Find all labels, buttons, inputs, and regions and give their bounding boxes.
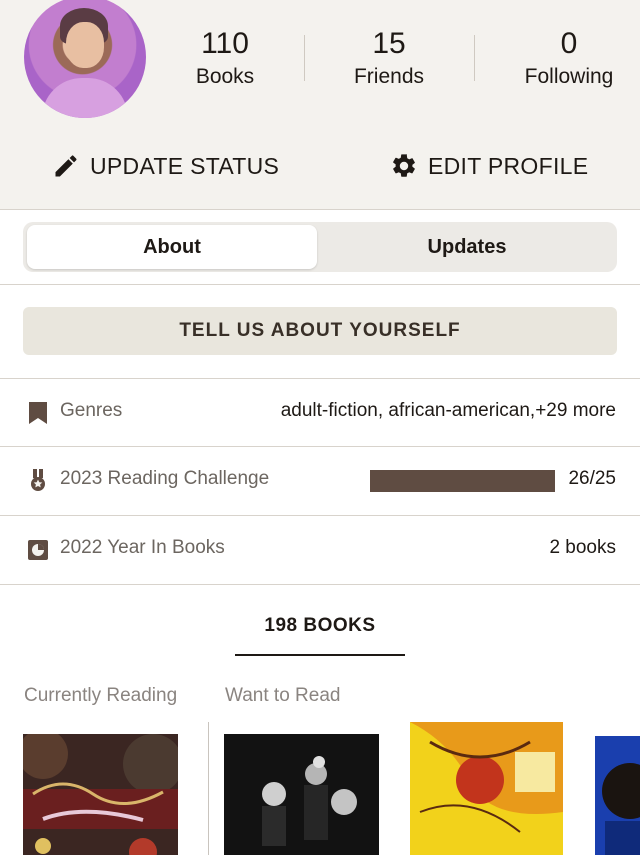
divider	[0, 584, 640, 585]
genres-label: Genres	[60, 400, 123, 421]
shelf-divider	[208, 722, 209, 855]
book-cover[interactable]	[595, 736, 640, 855]
profile-header: 110 Books 15 Friends 0 Following UPDATE …	[0, 0, 640, 210]
avatar-face	[66, 22, 104, 68]
stat-books[interactable]: 110 Books	[174, 24, 276, 90]
reading-challenge-count: 26/25	[568, 468, 616, 489]
avatar[interactable]	[24, 0, 146, 118]
reading-challenge-progress	[370, 470, 555, 492]
book-cover[interactable]	[23, 734, 178, 855]
bookmark-icon	[29, 402, 47, 424]
divider	[0, 284, 640, 285]
year-in-books-label: 2022 Year In Books	[60, 537, 225, 558]
stat-following-value: 0	[560, 27, 578, 60]
gear-icon	[393, 154, 415, 177]
shelf-currently-reading[interactable]: Currently Reading	[24, 685, 177, 707]
stat-friends-value: 15	[372, 27, 406, 60]
edit-profile-button[interactable]: EDIT PROFILE	[390, 148, 588, 184]
stat-following-label: Following	[524, 65, 614, 88]
book-cover[interactable]	[410, 722, 563, 855]
books-tab-underline	[235, 654, 405, 656]
books-tab[interactable]: 198 BOOKS	[235, 615, 405, 637]
update-status-label: UPDATE STATUS	[90, 152, 280, 179]
tab-updates[interactable]: Updates	[321, 225, 613, 269]
book-cover-art	[224, 734, 379, 855]
year-in-books-value: 2 books	[549, 537, 616, 558]
tab-about[interactable]: About	[27, 225, 317, 269]
year-in-books-row[interactable]: 2022 Year In Books 2 books	[0, 516, 640, 584]
pencil-icon	[55, 155, 77, 177]
stat-divider	[304, 35, 305, 81]
stat-books-label: Books	[195, 65, 255, 88]
stat-following[interactable]: 0 Following	[510, 24, 628, 90]
stat-friends-label: Friends	[353, 65, 425, 88]
stat-divider	[474, 35, 475, 81]
year-in-books-icon	[28, 540, 48, 560]
stat-friends[interactable]: 15 Friends	[334, 24, 444, 90]
book-cover-art	[410, 722, 563, 855]
book-cover[interactable]	[224, 734, 379, 855]
profile-tabs: About Updates	[23, 222, 617, 272]
medal-icon	[31, 469, 45, 491]
edit-profile-label: EDIT PROFILE	[428, 152, 589, 179]
reading-challenge-label: 2023 Reading Challenge	[60, 468, 270, 489]
progress-fill	[370, 470, 555, 492]
shelf-want-to-read[interactable]: Want to Read	[225, 685, 340, 707]
genres-value: adult-fiction, african-american,+29 more	[280, 400, 616, 421]
update-status-button[interactable]: UPDATE STATUS	[52, 148, 279, 184]
book-cover-art	[595, 736, 640, 855]
book-cover-art	[23, 734, 178, 855]
genres-row[interactable]: Genres adult-fiction, african-american,+…	[0, 379, 640, 447]
tell-us-button[interactable]: TELL US ABOUT YOURSELF	[23, 307, 617, 355]
stat-books-value: 110	[201, 27, 249, 60]
avatar-shirt	[42, 78, 128, 118]
